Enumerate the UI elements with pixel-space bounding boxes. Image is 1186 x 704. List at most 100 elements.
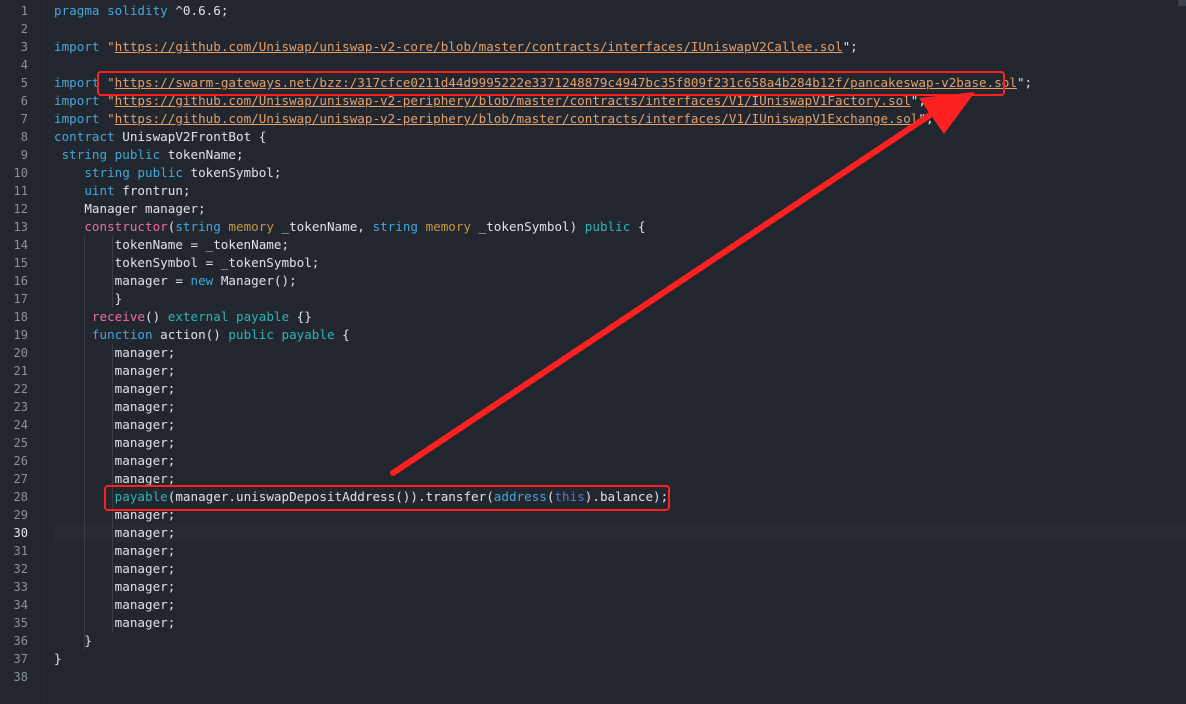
line-number: 34 — [13, 598, 28, 612]
code-line[interactable]: 13 constructor(string memory _tokenName,… — [14, 218, 1174, 236]
code-token: tokenName = _tokenName; — [54, 237, 290, 252]
code-line[interactable]: 16 manager = new Manager(); — [14, 272, 1174, 290]
line-number: 19 — [13, 328, 28, 342]
code-editor[interactable]: 1 pragma solidity ^0.6.6; 2 3 import "https:… — [0, 0, 1186, 704]
code-line[interactable]: 35 manager; — [14, 614, 1174, 632]
code-token: string — [175, 219, 229, 234]
code-line[interactable]: 2 — [21, 20, 1174, 38]
line-number: 6 — [20, 94, 28, 108]
code-token: frontrun; — [122, 183, 191, 198]
line-number: 31 — [13, 544, 28, 558]
code-line[interactable]: 18 receive() external payable {} — [14, 308, 1174, 326]
code-line[interactable]: 30 manager; — [14, 524, 1174, 542]
code-line[interactable]: 12 Manager manager; — [14, 200, 1174, 218]
line-number: 30 — [13, 526, 28, 540]
code-token: manager; — [54, 399, 176, 414]
code-line[interactable]: 26 manager; — [14, 452, 1174, 470]
code-line[interactable]: 23 manager; — [14, 398, 1174, 416]
line-number: 27 — [13, 472, 28, 486]
code-token: import — [54, 111, 108, 126]
code-line[interactable]: 14 tokenName = _tokenName; — [14, 236, 1174, 254]
code-token: manager; — [54, 579, 176, 594]
code-token: _tokenName, — [281, 219, 373, 234]
code-token: memory — [228, 219, 282, 234]
code-token: } — [54, 633, 92, 648]
code-line[interactable]: 9 string public tokenName; — [21, 146, 1174, 164]
code-line[interactable]: 3 import "https://github.com/Uniswap/unis… — [21, 38, 1174, 56]
line-number: 26 — [13, 454, 28, 468]
code-token: public — [584, 219, 638, 234]
line-number: 32 — [13, 562, 28, 576]
code-token: uint — [54, 183, 123, 198]
code-token: receive — [54, 309, 145, 324]
code-token: action() — [160, 327, 229, 342]
code-line[interactable]: 34 manager; — [14, 596, 1174, 614]
line-number: 28 — [13, 490, 28, 504]
code-line[interactable]: 38 — [14, 668, 1174, 686]
code-line[interactable]: 24 manager; — [14, 416, 1174, 434]
line-number: 17 — [13, 292, 28, 306]
line-number: 5 — [20, 76, 28, 90]
code-token: https://github.com/Uniswap/uniswap-v2-co… — [114, 39, 843, 54]
line-number: 33 — [13, 580, 28, 594]
code-token: "; — [842, 39, 858, 54]
code-token: manager; — [54, 471, 176, 486]
code-token: manager = — [54, 273, 191, 288]
code-line[interactable]: 17 } — [14, 290, 1174, 308]
code-token: import — [54, 39, 108, 54]
code-token: tokenSymbol = _tokenSymbol; — [54, 255, 320, 270]
code-line[interactable]: 10 string public tokenSymbol; — [14, 164, 1174, 182]
code-line[interactable]: 32 manager; — [14, 560, 1174, 578]
code-token: string public — [54, 165, 191, 180]
code-token: manager; — [54, 345, 176, 360]
code-line[interactable]: 33 manager; — [14, 578, 1174, 596]
code-token: manager; — [54, 561, 176, 576]
code-token: pragma solidity — [54, 3, 176, 18]
code-line[interactable]: 31 manager; — [14, 542, 1174, 560]
line-number: 7 — [20, 112, 28, 126]
line-number: 37 — [13, 652, 28, 666]
code-line[interactable]: 19 function action() public payable { — [14, 326, 1174, 344]
line-number: 8 — [20, 130, 28, 144]
code-token: manager; — [54, 381, 176, 396]
line-number: 21 — [13, 364, 28, 378]
code-line[interactable]: 37} — [14, 650, 1174, 668]
line-number: 23 — [13, 400, 28, 414]
code-line[interactable]: 7 import "https://github.com/Uniswap/unis… — [21, 110, 1174, 128]
annotation-box-transfer-line — [104, 485, 670, 511]
scrollbar-marker[interactable] — [1178, 0, 1186, 6]
code-line[interactable]: 8 contract UniswapV2FrontBot { — [21, 128, 1174, 146]
code-token: Manager manager; — [54, 201, 206, 216]
code-token: " — [107, 39, 115, 54]
code-line[interactable]: 1 pragma solidity ^0.6.6; — [21, 2, 1174, 20]
code-line[interactable]: 15 tokenSymbol = _tokenSymbol; — [14, 254, 1174, 272]
code-token: manager; — [54, 363, 176, 378]
code-line[interactable]: 20 manager; — [14, 344, 1174, 362]
code-line[interactable]: 21 manager; — [14, 362, 1174, 380]
code-line[interactable]: 22 manager; — [14, 380, 1174, 398]
code-token: public payable — [228, 327, 343, 342]
code-token: https://github.com/Uniswap/uniswap-v2-pe… — [114, 111, 919, 126]
line-number: 2 — [20, 22, 28, 36]
line-number: 36 — [13, 634, 28, 648]
code-token: function — [54, 327, 161, 342]
code-line[interactable]: 25 manager; — [14, 434, 1174, 452]
code-token: tokenName; — [167, 147, 244, 162]
line-number: 15 — [13, 256, 28, 270]
annotation-box-import-line — [97, 71, 1005, 96]
code-area[interactable]: 1 pragma solidity ^0.6.6; 2 3 import "https:… — [14, 2, 1174, 686]
line-number: 22 — [13, 382, 28, 396]
line-number: 18 — [13, 310, 28, 324]
gutter-divider — [44, 0, 45, 704]
code-token: manager; — [54, 453, 176, 468]
code-token: "; — [918, 111, 934, 126]
code-token: constructor — [54, 219, 168, 234]
code-token: string public — [54, 147, 168, 162]
code-token: { — [342, 327, 350, 342]
code-line[interactable]: 36 } — [14, 632, 1174, 650]
code-token: { — [637, 219, 646, 234]
code-token: {} — [296, 309, 312, 324]
line-number: 9 — [20, 148, 28, 162]
code-line[interactable]: 11 uint frontrun; — [14, 182, 1174, 200]
line-number: 25 — [13, 436, 28, 450]
